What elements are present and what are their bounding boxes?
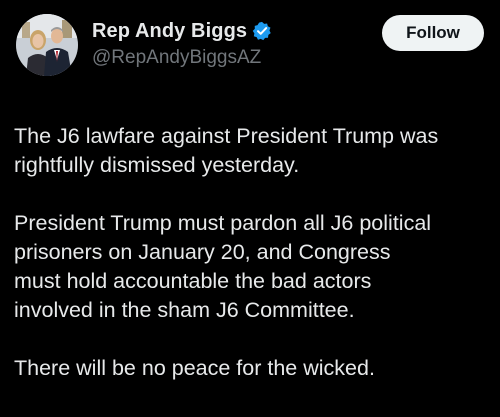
handle[interactable]: @RepAndyBiggsAZ bbox=[92, 47, 272, 69]
post-paragraph: There will be no peace for the wicked. bbox=[14, 356, 375, 380]
post-card: Rep Andy Biggs @RepAndyBiggsAZ Follow Th… bbox=[0, 0, 500, 417]
verified-badge-icon bbox=[252, 21, 272, 41]
post-text: The J6 lawfare against President Trump w… bbox=[14, 122, 494, 383]
post-header: Rep Andy Biggs @RepAndyBiggsAZ Follow bbox=[14, 12, 486, 76]
avatar-image bbox=[16, 14, 78, 76]
follow-button[interactable]: Follow bbox=[382, 15, 484, 51]
author-info: Rep Andy Biggs @RepAndyBiggsAZ bbox=[92, 18, 272, 69]
post-paragraph: President Trump must pardon all J6 polit… bbox=[14, 211, 432, 322]
name-row: Rep Andy Biggs bbox=[92, 18, 272, 44]
display-name[interactable]: Rep Andy Biggs bbox=[92, 20, 247, 43]
avatar[interactable] bbox=[16, 14, 78, 76]
post-paragraph: The J6 lawfare against President Trump w… bbox=[14, 124, 439, 177]
